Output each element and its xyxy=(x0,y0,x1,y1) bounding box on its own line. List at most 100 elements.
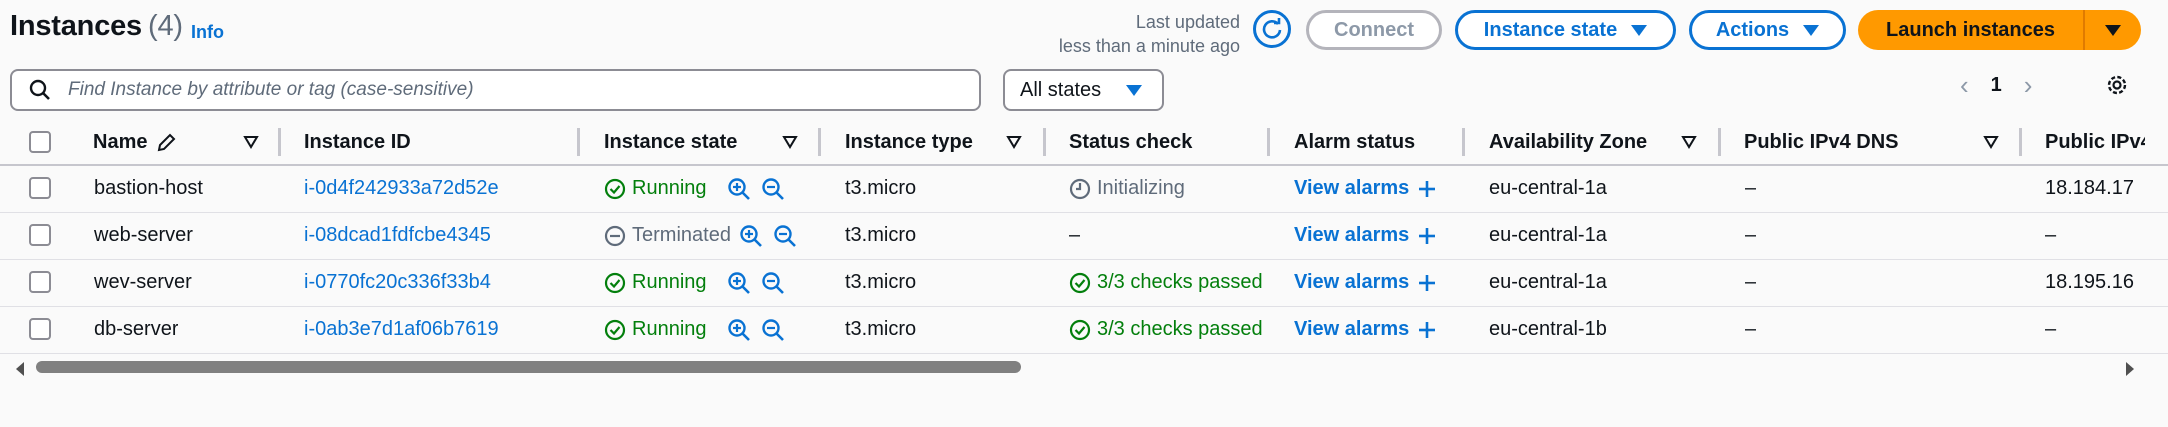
instance-state-button[interactable]: Instance state xyxy=(1455,10,1676,50)
column-separator[interactable] xyxy=(278,128,281,156)
column-separator[interactable] xyxy=(1267,128,1270,156)
column-separator[interactable] xyxy=(2019,128,2022,156)
column-header-public-ipv4-dns[interactable]: Public IPv4 DNS xyxy=(1744,121,1899,164)
filter-actions xyxy=(727,318,785,342)
status-check-text: – xyxy=(1069,224,1081,246)
zoom-in-icon[interactable] xyxy=(727,318,751,342)
sort-icon[interactable] xyxy=(1983,135,1999,149)
column-header-instance-state[interactable]: Instance state xyxy=(604,121,737,164)
column-header-availability-zone[interactable]: Availability Zone xyxy=(1489,121,1647,164)
sort-icon[interactable] xyxy=(1006,135,1022,149)
column-header-instance-type[interactable]: Instance type xyxy=(845,121,973,164)
zoom-out-icon[interactable] xyxy=(761,318,785,342)
column-separator[interactable] xyxy=(818,128,821,156)
zoom-in-icon[interactable] xyxy=(739,224,763,248)
instance-state-label: Instance state xyxy=(1483,18,1618,41)
filter-actions xyxy=(727,271,785,295)
table-row[interactable]: db-server i-0ab3e7d1af06b7619 Running t3… xyxy=(0,306,2168,354)
view-alarms-link[interactable]: View alarms xyxy=(1294,259,1437,306)
view-alarms-link[interactable]: View alarms xyxy=(1294,306,1437,353)
scroll-right-icon[interactable] xyxy=(2124,361,2136,377)
status-check-text: Initializing xyxy=(1097,177,1185,199)
actions-label: Actions xyxy=(1715,18,1790,41)
zoom-in-icon[interactable] xyxy=(727,271,751,295)
check-circle-icon xyxy=(604,272,626,293)
column-header-public-ipv4[interactable]: Public IPv4 xyxy=(2045,121,2145,164)
public-ip: 18.184.17 xyxy=(2045,177,2134,199)
plus-icon[interactable] xyxy=(1417,320,1437,340)
actions-button[interactable]: Actions xyxy=(1689,10,1846,50)
column-separator[interactable] xyxy=(1462,128,1465,156)
instance-type: t3.micro xyxy=(845,224,917,246)
view-alarms-label: View alarms xyxy=(1294,271,1410,293)
availability-zone: eu-central-1a xyxy=(1489,224,1607,246)
zoom-out-icon[interactable] xyxy=(773,224,797,248)
launch-instances-label[interactable]: Launch instances xyxy=(1858,10,2083,50)
row-checkbox[interactable] xyxy=(29,224,51,246)
column-header-name[interactable]: Name xyxy=(93,121,177,164)
public-dns: – xyxy=(1745,271,1757,293)
view-alarms-label: View alarms xyxy=(1294,177,1410,199)
row-checkbox[interactable] xyxy=(29,318,51,340)
gear-icon xyxy=(2107,75,2127,95)
plus-icon[interactable] xyxy=(1417,273,1437,293)
state-filter-value: All states xyxy=(1020,78,1102,101)
row-checkbox[interactable] xyxy=(29,177,51,199)
public-dns: – xyxy=(1745,318,1757,340)
plus-icon[interactable] xyxy=(1417,179,1437,199)
column-header-instance-id[interactable]: Instance ID xyxy=(304,121,411,164)
table-row[interactable]: bastion-host i-0d4f242933a72d52e Running… xyxy=(0,165,2168,213)
search-input[interactable] xyxy=(66,78,970,102)
select-all-checkbox[interactable] xyxy=(29,131,51,153)
sort-icon[interactable] xyxy=(1681,135,1697,149)
column-header-alarm-status[interactable]: Alarm status xyxy=(1294,121,1415,164)
instance-type: t3.micro xyxy=(845,271,917,293)
instance-id-link[interactable]: i-08dcad1fdfcbe4345 xyxy=(304,212,491,259)
instance-state: Running xyxy=(604,306,785,353)
zoom-out-icon[interactable] xyxy=(761,271,785,295)
connect-button[interactable]: Connect xyxy=(1306,10,1442,50)
caret-down-icon xyxy=(1631,24,1648,36)
search-field[interactable] xyxy=(10,69,981,111)
row-checkbox[interactable] xyxy=(29,271,51,293)
sort-icon[interactable] xyxy=(782,135,798,149)
instance-id-link[interactable]: i-0ab3e7d1af06b7619 xyxy=(304,306,499,353)
launch-dropdown-button[interactable] xyxy=(2083,10,2141,50)
page-number[interactable]: 1 xyxy=(1991,74,2002,97)
last-updated-value: less than a minute ago xyxy=(1058,36,1240,56)
column-separator[interactable] xyxy=(1718,128,1721,156)
instance-id-link[interactable]: i-0d4f242933a72d52e xyxy=(304,165,499,212)
status-check: 3/3 checks passed xyxy=(1069,306,1267,353)
scrollbar-thumb[interactable] xyxy=(36,361,1021,373)
preferences-button[interactable] xyxy=(2104,72,2130,103)
public-dns: – xyxy=(1745,177,1757,199)
plus-icon[interactable] xyxy=(1417,226,1437,246)
instance-type: t3.micro xyxy=(845,318,917,340)
launch-instances-button[interactable]: Launch instances xyxy=(1858,10,2141,50)
column-separator[interactable] xyxy=(1043,128,1046,156)
zoom-out-icon[interactable] xyxy=(761,177,785,201)
status-check: 3/3 checks passed xyxy=(1069,259,1267,306)
column-separator[interactable] xyxy=(577,128,580,156)
chevron-left-icon[interactable]: ‹ xyxy=(1960,70,1969,101)
last-updated: Last updated less than a minute ago xyxy=(1059,10,1240,58)
scroll-left-icon[interactable] xyxy=(14,361,26,377)
view-alarms-link[interactable]: View alarms xyxy=(1294,165,1437,212)
view-alarms-link[interactable]: View alarms xyxy=(1294,212,1437,259)
public-ip: 18.195.16 xyxy=(2045,271,2134,293)
table-row[interactable]: web-server i-08dcad1fdfcbe4345 Terminate… xyxy=(0,212,2168,260)
check-circle-icon xyxy=(604,319,626,340)
instance-id-link[interactable]: i-0770fc20c336f33b4 xyxy=(304,259,491,306)
table-row[interactable]: wev-server i-0770fc20c336f33b4 Running t… xyxy=(0,259,2168,307)
caret-down-icon xyxy=(1803,24,1820,36)
info-link[interactable]: Info xyxy=(191,22,224,43)
sort-icon[interactable] xyxy=(243,135,259,149)
instance-state: Running xyxy=(604,165,785,212)
minus-circle-icon xyxy=(604,225,626,246)
column-header-status-check[interactable]: Status check xyxy=(1069,121,1192,164)
chevron-right-icon[interactable]: › xyxy=(2024,70,2033,101)
refresh-button[interactable] xyxy=(1253,10,1291,48)
pencil-icon xyxy=(158,133,176,151)
state-filter-select[interactable]: All states xyxy=(1003,69,1164,111)
zoom-in-icon[interactable] xyxy=(727,177,751,201)
